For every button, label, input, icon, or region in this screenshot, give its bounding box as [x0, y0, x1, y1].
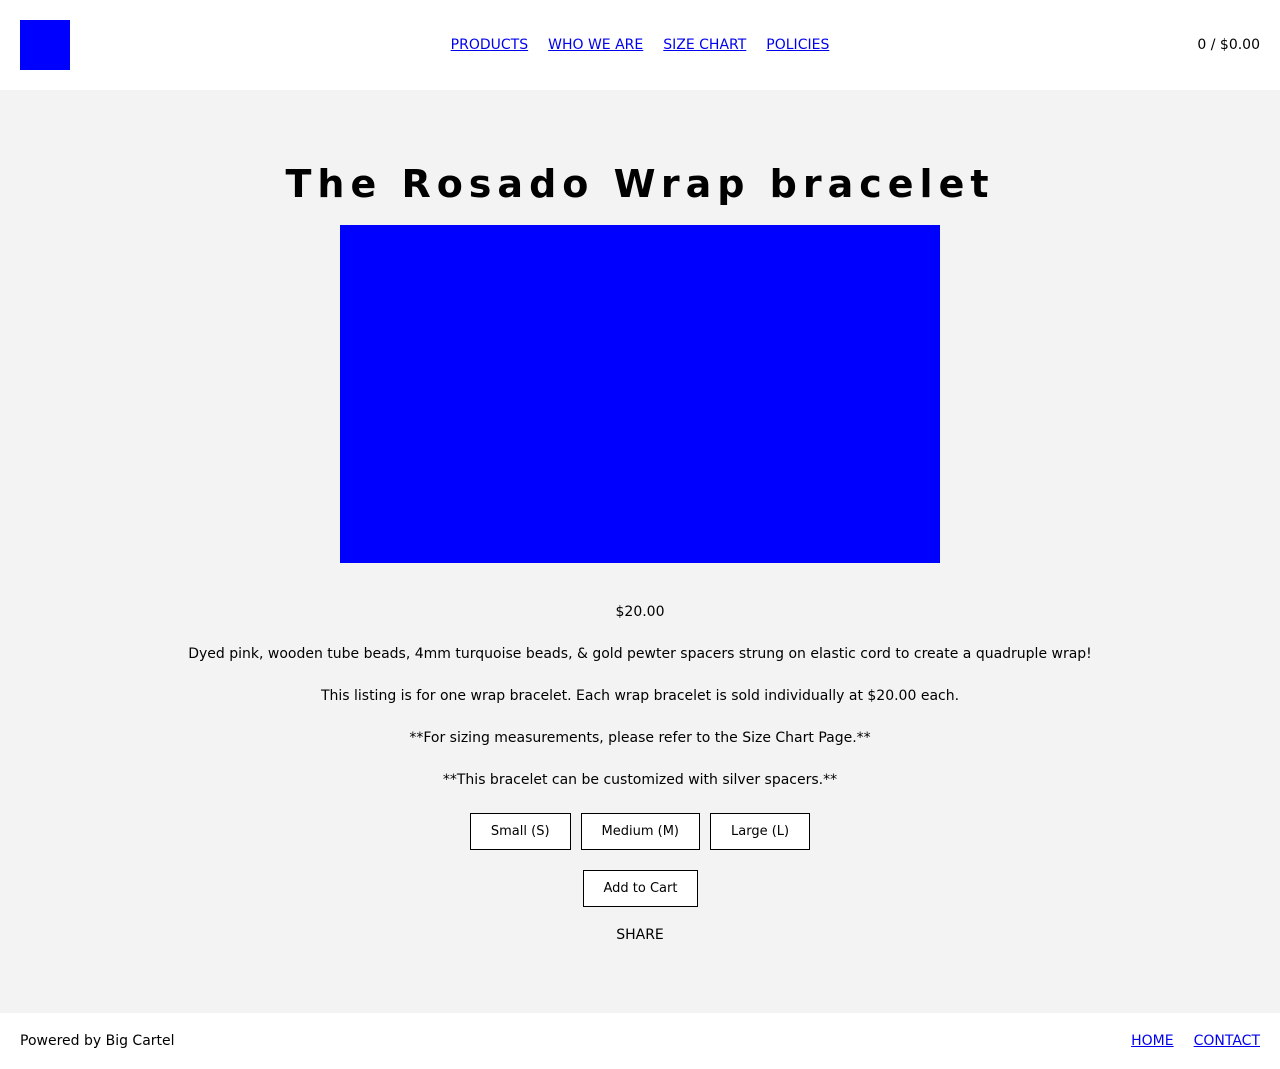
size-small-button[interactable]: Small (S) [469, 813, 571, 850]
size-options: Small (S) Medium (M) Large (L) [0, 813, 1280, 850]
site-header: PRODUCTS WHO WE ARE SIZE CHART POLICIES … [0, 0, 1280, 90]
nav-size-chart[interactable]: SIZE CHART [663, 36, 746, 54]
add-to-cart-button[interactable]: Add to Cart [583, 870, 698, 907]
product-page: The Rosado Wrap bracelet $20.00 Dyed pin… [0, 90, 1280, 1013]
product-description-2: This listing is for one wrap bracelet. E… [320, 688, 960, 704]
product-image[interactable] [340, 225, 940, 563]
cart-summary[interactable]: 0 / $0.00 [1197, 36, 1260, 54]
site-footer: Powered by Big Cartel HOME CONTACT [0, 1013, 1280, 1069]
footer-contact-link[interactable]: CONTACT [1194, 1032, 1260, 1050]
product-description-1: Dyed pink, wooden tube beads, 4mm turquo… [188, 646, 1092, 662]
nav-who-we-are[interactable]: WHO WE ARE [548, 36, 643, 54]
nav-products[interactable]: PRODUCTS [451, 36, 528, 54]
product-title: The Rosado Wrap bracelet [285, 162, 995, 206]
product-description-4: **This bracelet can be customized with s… [442, 772, 838, 788]
size-large-button[interactable]: Large (L) [710, 813, 811, 850]
nav-policies[interactable]: POLICIES [766, 36, 829, 54]
powered-by[interactable]: Powered by Big Cartel [20, 1032, 175, 1050]
main-nav: PRODUCTS WHO WE ARE SIZE CHART POLICIES [0, 36, 1280, 54]
product-info: $20.00 Dyed pink, wooden tube beads, 4mm… [0, 602, 1280, 812]
size-medium-button[interactable]: Medium (M) [580, 813, 701, 850]
product-price: $20.00 [615, 604, 665, 620]
product-description-3: **For sizing measurements, please refer … [409, 730, 871, 746]
footer-nav: HOME CONTACT [1131, 1032, 1260, 1050]
footer-home-link[interactable]: HOME [1131, 1032, 1173, 1050]
share-link[interactable]: SHARE [0, 926, 1280, 944]
